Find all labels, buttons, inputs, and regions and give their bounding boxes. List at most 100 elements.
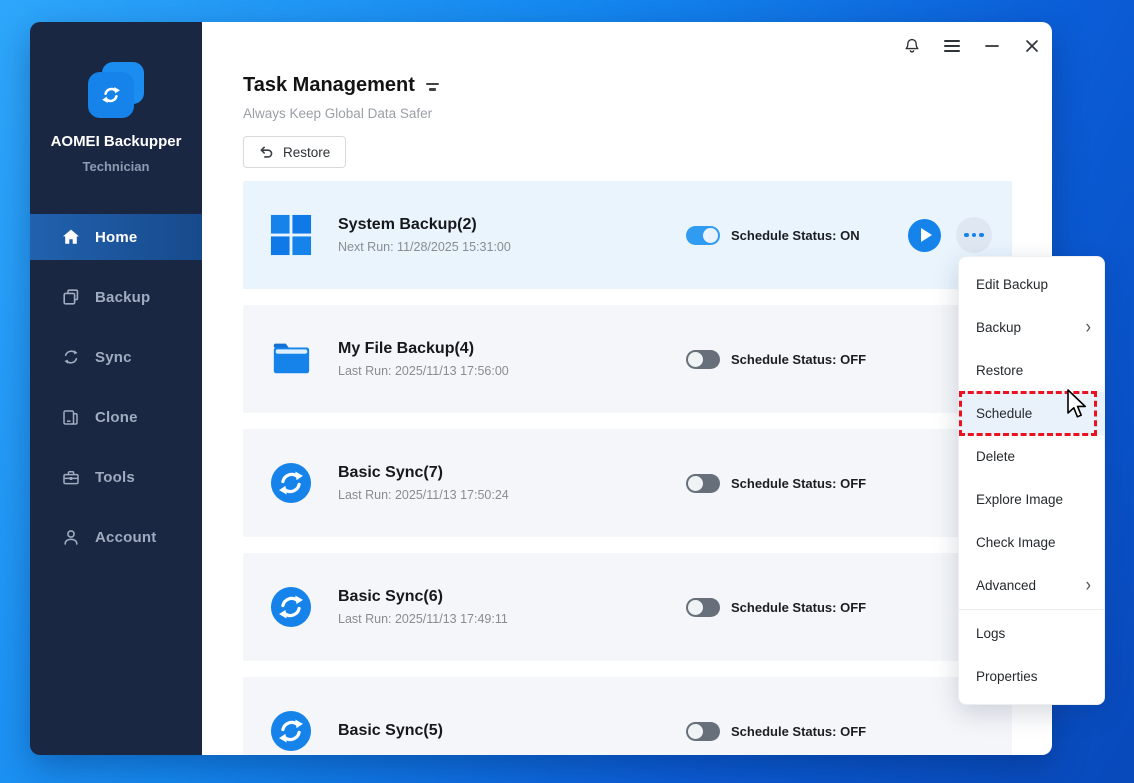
- app-window: AOMEI Backupper Technician Home Backup Syn…: [30, 22, 1052, 755]
- task-name: System Backup(2): [338, 216, 686, 234]
- menu-item-label: Advanced: [976, 578, 1036, 593]
- menu-item-label: Check Image: [976, 535, 1056, 550]
- schedule-status: Schedule Status: ON: [686, 226, 860, 245]
- sidebar-item-backup[interactable]: Backup: [30, 274, 202, 320]
- task-row[interactable]: Basic Sync(5) Schedule Status: OFF: [243, 677, 1012, 755]
- sync-circle-icon: [270, 710, 312, 752]
- context-menu: Edit BackupBackup›RestoreScheduleDeleteE…: [958, 256, 1105, 705]
- notification-bell-icon[interactable]: [903, 37, 921, 55]
- task-text: My File Backup(4)Last Run: 2025/11/13 17…: [338, 340, 686, 378]
- schedule-status: Schedule Status: OFF: [686, 598, 866, 617]
- logo-sync-icon: [88, 72, 134, 118]
- task-row[interactable]: System Backup(2) Next Run: 11/28/2025 15:…: [243, 181, 1012, 289]
- windows-icon: [270, 214, 312, 256]
- folder-icon: [270, 338, 312, 380]
- main-content: Task Management Always Keep Global Data …: [202, 22, 1052, 755]
- restore-button-label: Restore: [283, 145, 330, 160]
- task-name: Basic Sync(7): [338, 464, 686, 482]
- toggle-knob: [688, 600, 703, 615]
- toggle-knob: [688, 352, 703, 367]
- sidebar-item-clone[interactable]: Clone: [30, 394, 202, 440]
- backup-icon: [60, 287, 82, 307]
- schedule-status-label: Schedule Status: OFF: [731, 352, 866, 367]
- close-icon[interactable]: [1023, 37, 1041, 55]
- task-name: Basic Sync(6): [338, 588, 686, 606]
- menu-item-label: Properties: [976, 669, 1038, 684]
- task-row[interactable]: Basic Sync(7) Last Run: 2025/11/13 17:50:…: [243, 429, 1012, 537]
- task-row[interactable]: Basic Sync(6) Last Run: 2025/11/13 17:49:…: [243, 553, 1012, 661]
- sync-nav-icon: [60, 347, 82, 367]
- minimize-icon[interactable]: [983, 37, 1001, 55]
- schedule-toggle[interactable]: [686, 226, 720, 245]
- clone-icon: [60, 407, 82, 427]
- home-icon: [60, 227, 82, 247]
- filter-icon[interactable]: [426, 81, 439, 91]
- schedule-status-label: Schedule Status: OFF: [731, 724, 866, 739]
- task-text: Basic Sync(6) Last Run: 2025/11/13 17:49:…: [338, 588, 686, 626]
- sidebar-nav: Home Backup Sync Clone Tools Account: [30, 214, 202, 560]
- menu-item-explore-image[interactable]: Explore Image: [959, 478, 1104, 521]
- task-name: Basic Sync(5): [338, 722, 686, 740]
- menu-item-restore[interactable]: Restore: [959, 349, 1104, 392]
- toggle-knob: [688, 476, 703, 491]
- brand-edition: Technician: [30, 159, 202, 174]
- schedule-toggle[interactable]: [686, 350, 720, 369]
- page-header: Task Management Always Keep Global Data …: [243, 74, 1052, 168]
- more-options-button[interactable]: [956, 217, 992, 253]
- task-name: My File Backup(4): [338, 340, 686, 358]
- sidebar-item-account[interactable]: Account: [30, 514, 202, 560]
- task-detail: Last Run: 2025/11/13 17:50:24: [338, 488, 686, 502]
- task-text: System Backup(2) Next Run: 11/28/2025 15:…: [338, 216, 686, 254]
- menu-item-label: Logs: [976, 626, 1005, 641]
- sidebar: AOMEI Backupper Technician Home Backup Syn…: [30, 22, 202, 755]
- page-subtitle: Always Keep Global Data Safer: [243, 106, 1052, 121]
- sync-circle-icon: [270, 462, 312, 504]
- task-text: Basic Sync(7) Last Run: 2025/11/13 17:50:…: [338, 464, 686, 502]
- menu-item-label: Edit Backup: [976, 277, 1048, 292]
- chevron-right-icon: ›: [1086, 576, 1091, 595]
- menu-item-label: Backup: [976, 320, 1021, 335]
- sync-circle-icon: [270, 586, 312, 628]
- sidebar-item-label: Account: [95, 529, 156, 546]
- task-row[interactable]: My File Backup(4)Last Run: 2025/11/13 17…: [243, 305, 1012, 413]
- sidebar-item-home[interactable]: Home: [30, 214, 202, 260]
- page-title: Task Management: [243, 74, 1052, 97]
- schedule-toggle[interactable]: [686, 722, 720, 741]
- app-logo-icon: [86, 62, 146, 118]
- schedule-toggle[interactable]: [686, 474, 720, 493]
- schedule-status-label: Schedule Status: OFF: [731, 476, 866, 491]
- menu-item-label: Delete: [976, 449, 1015, 464]
- window-controls: [903, 36, 1041, 56]
- task-detail: Last Run: 2025/11/13 17:49:11: [338, 612, 686, 626]
- schedule-status-label: Schedule Status: OFF: [731, 600, 866, 615]
- schedule-status: Schedule Status: OFF: [686, 474, 866, 493]
- restore-button[interactable]: Restore: [243, 136, 346, 168]
- ellipsis-icon: [964, 233, 969, 238]
- menu-item-logs[interactable]: Logs: [959, 612, 1104, 655]
- sidebar-item-tools[interactable]: Tools: [30, 454, 202, 500]
- sidebar-item-label: Backup: [95, 289, 150, 306]
- task-list: System Backup(2) Next Run: 11/28/2025 15:…: [243, 181, 1012, 755]
- task-detail: Next Run: 11/28/2025 15:31:00: [338, 240, 686, 254]
- menu-item-label: Schedule: [976, 406, 1032, 421]
- menu-item-label: Explore Image: [976, 492, 1063, 507]
- run-task-button[interactable]: [908, 219, 941, 252]
- menu-item-properties[interactable]: Properties: [959, 655, 1104, 698]
- schedule-status-label: Schedule Status: ON: [731, 228, 860, 243]
- menu-item-edit-backup[interactable]: Edit Backup: [959, 263, 1104, 306]
- menu-item-check-image[interactable]: Check Image: [959, 521, 1104, 564]
- sidebar-item-sync[interactable]: Sync: [30, 334, 202, 380]
- toggle-knob: [688, 724, 703, 739]
- menu-item-label: Restore: [976, 363, 1023, 378]
- task-actions: [908, 217, 992, 253]
- hamburger-menu-icon[interactable]: [943, 37, 961, 55]
- toggle-knob: [703, 228, 718, 243]
- schedule-toggle[interactable]: [686, 598, 720, 617]
- menu-item-advanced[interactable]: Advanced ›: [959, 564, 1104, 607]
- menu-item-backup[interactable]: Backup›: [959, 306, 1104, 349]
- brand: AOMEI Backupper Technician: [30, 22, 202, 174]
- schedule-status: Schedule Status: OFF: [686, 350, 866, 369]
- brand-name: AOMEI Backupper: [30, 133, 202, 150]
- menu-item-delete[interactable]: Delete: [959, 435, 1104, 478]
- mouse-cursor-icon: [1066, 389, 1088, 424]
